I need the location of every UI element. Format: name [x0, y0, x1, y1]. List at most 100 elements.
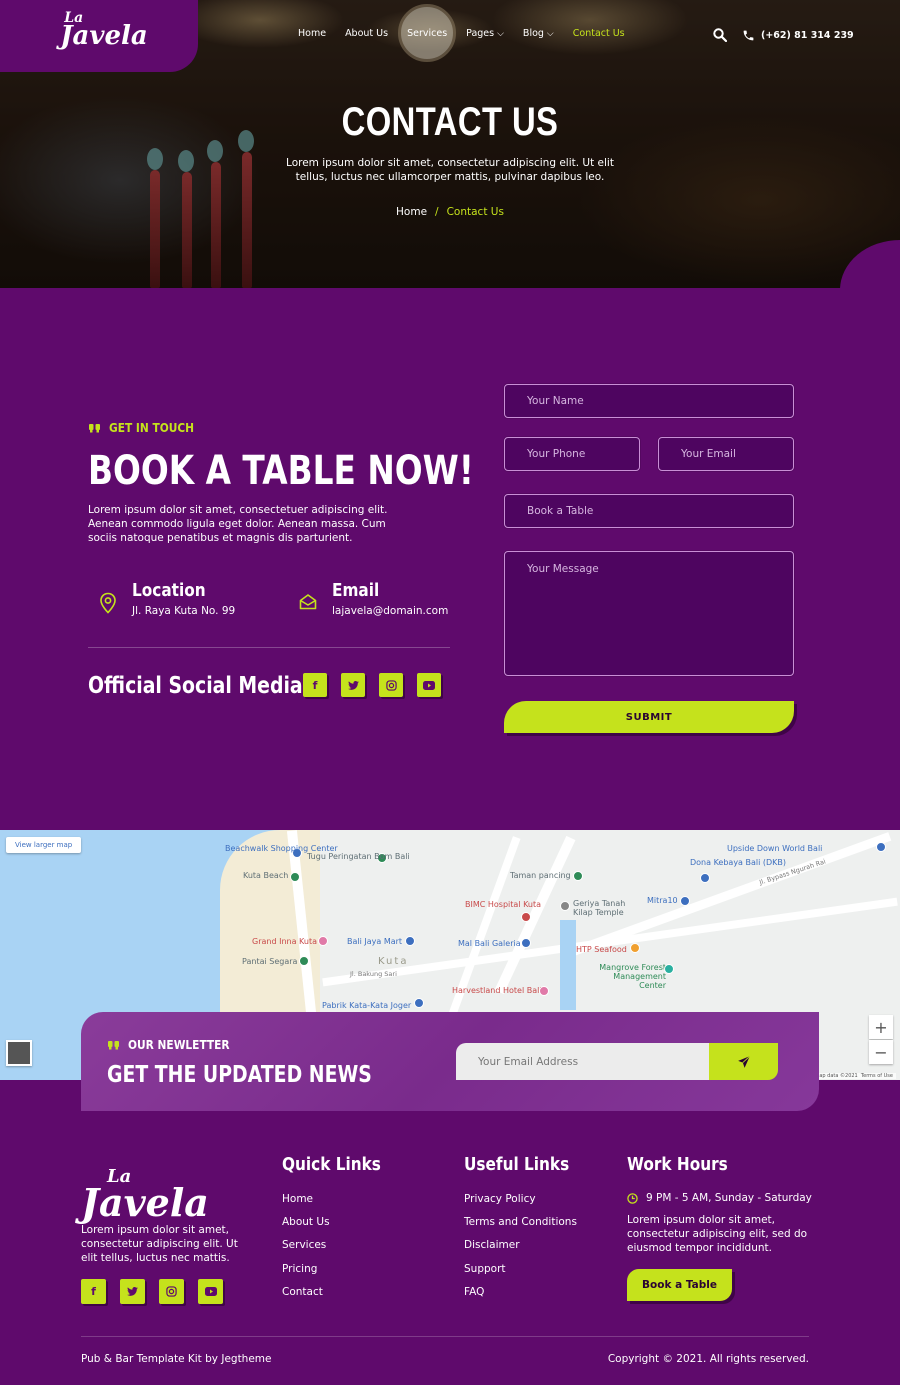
map-pin-icon[interactable] [290, 872, 300, 882]
instagram-icon[interactable] [379, 673, 403, 697]
nav-services[interactable]: Services [407, 28, 447, 39]
facebook-icon[interactable]: f [81, 1279, 106, 1304]
map-pin-icon[interactable] [700, 873, 710, 883]
view-larger-map-link[interactable]: View larger map [6, 837, 82, 853]
footer-divider [81, 1336, 809, 1337]
newsletter-submit-button[interactable] [709, 1043, 778, 1080]
useful-link-privacy[interactable]: Privacy Policy [464, 1193, 577, 1216]
work-hours-description: Lorem ipsum dolor sit amet, consectetur … [627, 1214, 808, 1254]
work-hours-text: 9 PM - 5 AM, Sunday - Saturday [646, 1192, 812, 1204]
instagram-icon[interactable] [159, 1279, 184, 1304]
newsletter-tag-label: OUR NEWLETTER [128, 1037, 230, 1052]
map-pin-icon[interactable] [876, 842, 886, 852]
map-pin-icon[interactable] [414, 998, 424, 1008]
page-title: CONTACT US [341, 100, 559, 144]
map-label: Mitra10 [647, 896, 678, 905]
useful-link-disclaimer[interactable]: Disclaimer [464, 1239, 577, 1262]
twitter-icon[interactable] [341, 673, 365, 697]
footer-credit: Pub & Bar Template Kit by Jegtheme [81, 1353, 272, 1365]
quick-link-services[interactable]: Services [282, 1239, 330, 1262]
satellite-toggle[interactable] [6, 1040, 32, 1066]
get-in-touch-label: GET IN TOUCH [109, 420, 195, 435]
quick-link-home[interactable]: Home [282, 1193, 330, 1216]
map-label: Dona Kebaya Bali (DKB) [690, 858, 787, 867]
search-icon[interactable] [713, 27, 728, 46]
book-table-button[interactable]: Book a Table [627, 1269, 732, 1301]
hotel-icon[interactable] [539, 986, 549, 996]
name-input[interactable]: Your Name [504, 384, 794, 418]
map-label: Mangrove Forest Management Center [599, 963, 666, 990]
nav-home[interactable]: Home [298, 28, 326, 39]
breadcrumb-home[interactable]: Home [396, 206, 427, 218]
restaurant-icon[interactable] [630, 943, 640, 953]
social-links: f [303, 673, 441, 697]
quick-link-pricing[interactable]: Pricing [282, 1263, 330, 1286]
footer-logo[interactable]: La Javela [81, 1152, 211, 1225]
map-label: Pantai Segara [242, 957, 298, 966]
phone-contact[interactable]: (+62) 81 314 239 [742, 29, 854, 42]
email-label: Email [332, 580, 380, 601]
envelope-icon [299, 594, 317, 610]
map-attribution[interactable]: Map data ©2021 Terms of Use [812, 1073, 896, 1079]
map-pin-icon[interactable] [405, 936, 415, 946]
nav-about[interactable]: About Us [345, 28, 388, 39]
submit-button[interactable]: SUBMIT [504, 701, 794, 733]
email-input[interactable]: Your Email [658, 437, 794, 471]
zoom-in-button[interactable]: + [869, 1015, 893, 1039]
hospital-icon[interactable] [521, 912, 531, 922]
location-label: Location [132, 580, 206, 601]
map-terms-link[interactable]: Terms of Use [861, 1073, 893, 1079]
youtube-icon[interactable] [198, 1279, 223, 1304]
useful-link-faq[interactable]: FAQ [464, 1286, 577, 1309]
map-pin-icon[interactable] [299, 956, 309, 966]
map-label: Harvestland Hotel Bali [452, 986, 542, 995]
quick-link-about[interactable]: About Us [282, 1216, 330, 1239]
newsletter-tag: OUR NEWLETTER [107, 1037, 248, 1052]
youtube-icon[interactable] [417, 673, 441, 697]
hotel-icon[interactable] [318, 936, 328, 946]
breadcrumb: Home / Contact Us [0, 206, 900, 218]
nav-pages[interactable]: Pages ⌵ [466, 28, 504, 39]
facebook-icon[interactable]: f [303, 673, 327, 697]
map-label: BIMC Hospital Kuta [465, 900, 542, 909]
newsletter-box: OUR NEWLETTER GET THE UPDATED NEWS Your … [81, 1012, 819, 1111]
footer-copyright: Copyright © 2021. All rights reserved. [607, 1353, 809, 1365]
map-label: Kuta [378, 956, 409, 967]
nav-blog[interactable]: Blog ⌵ [523, 28, 554, 39]
get-in-touch-tag: GET IN TOUCH [88, 420, 209, 435]
email-value[interactable]: lajavela@domain.com [332, 605, 448, 617]
logo[interactable]: La Javela [0, 0, 198, 72]
map-label: Grand Inna Kuta [252, 937, 317, 946]
logo-text: La Javela [60, 11, 148, 49]
useful-link-support[interactable]: Support [464, 1263, 577, 1286]
newsletter-title: GET THE UPDATED NEWS [107, 1062, 372, 1088]
logo-top-text: La [64, 10, 84, 26]
quick-links-list: Home About Us Services Pricing Contact [282, 1193, 330, 1309]
map-pin-icon[interactable] [560, 901, 570, 911]
zoom-out-button[interactable]: − [869, 1040, 893, 1064]
map-label: Taman pancing [510, 871, 571, 880]
useful-links-list: Privacy Policy Terms and Conditions Disc… [464, 1193, 577, 1309]
twitter-icon[interactable] [120, 1279, 145, 1304]
message-textarea[interactable]: Your Message [504, 551, 794, 676]
breadcrumb-separator: / [435, 206, 439, 218]
quick-link-contact[interactable]: Contact [282, 1286, 330, 1309]
map-pin-icon[interactable] [664, 964, 674, 974]
location-value: Jl. Raya Kuta No. 99 [132, 605, 236, 617]
map-label: Bali Jaya Mart [347, 937, 403, 946]
phone-input[interactable]: Your Phone [504, 437, 640, 471]
map-pin-icon[interactable] [521, 938, 531, 948]
map-pin-icon[interactable] [573, 871, 583, 881]
map-label: Upside Down World Bali [727, 844, 823, 853]
useful-link-terms[interactable]: Terms and Conditions [464, 1216, 577, 1239]
phone-number: (+62) 81 314 239 [761, 30, 854, 41]
book-table-input[interactable]: Book a Table [504, 494, 794, 528]
location-info: Location Jl. Raya Kuta No. 99 [98, 580, 235, 617]
footer-social-links: f [81, 1279, 223, 1304]
map-pin-icon[interactable] [680, 896, 690, 906]
beer-tap-decor [147, 148, 163, 170]
map-label: Pabrik Kata-Kata Joger [322, 1001, 412, 1010]
newsletter-email-input[interactable]: Your Email Address [456, 1043, 709, 1080]
nav-contact[interactable]: Contact Us [573, 28, 625, 39]
map-attribution-text: Map data ©2021 [815, 1073, 858, 1079]
